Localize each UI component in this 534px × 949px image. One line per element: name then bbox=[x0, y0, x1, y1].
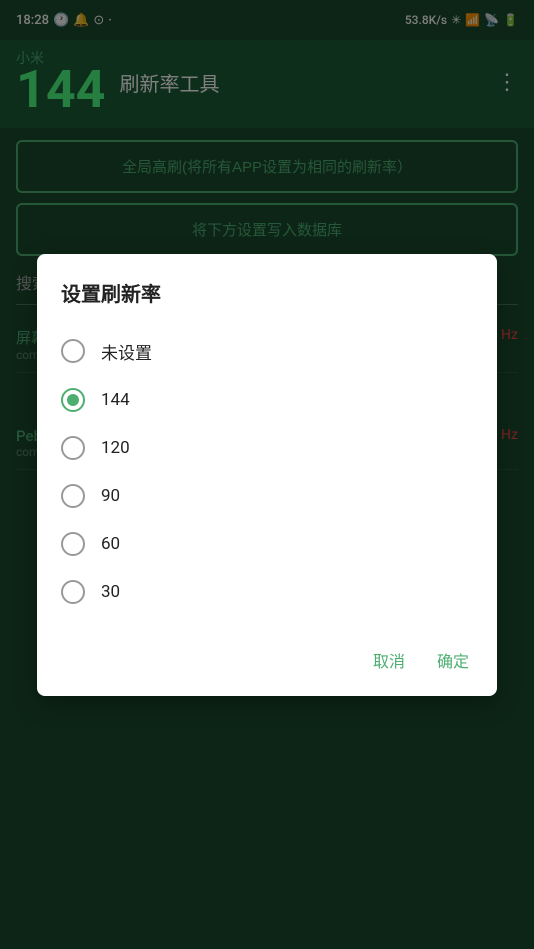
cancel-button[interactable]: 取消 bbox=[369, 640, 409, 680]
dialog: 设置刷新率 未设置 144 120 90 60 30 bbox=[37, 254, 497, 696]
radio-option-90[interactable]: 90 bbox=[61, 472, 473, 520]
radio-circle-none bbox=[61, 339, 85, 363]
radio-option-144[interactable]: 144 bbox=[61, 376, 473, 424]
dialog-title: 设置刷新率 bbox=[61, 278, 473, 307]
confirm-button[interactable]: 确定 bbox=[433, 640, 473, 680]
radio-circle-144 bbox=[61, 388, 85, 412]
radio-label-30: 30 bbox=[101, 582, 120, 602]
radio-label-144: 144 bbox=[101, 390, 130, 410]
radio-label-90: 90 bbox=[101, 486, 120, 506]
radio-label-60: 60 bbox=[101, 534, 120, 554]
radio-label-none: 未设置 bbox=[101, 339, 152, 364]
radio-circle-90 bbox=[61, 484, 85, 508]
radio-circle-120 bbox=[61, 436, 85, 460]
radio-option-30[interactable]: 30 bbox=[61, 568, 473, 616]
radio-option-60[interactable]: 60 bbox=[61, 520, 473, 568]
radio-label-120: 120 bbox=[101, 438, 130, 458]
radio-circle-30 bbox=[61, 580, 85, 604]
dialog-overlay: 设置刷新率 未设置 144 120 90 60 30 bbox=[0, 0, 534, 949]
radio-circle-60 bbox=[61, 532, 85, 556]
dialog-actions: 取消 确定 bbox=[61, 632, 473, 680]
radio-option-none[interactable]: 未设置 bbox=[61, 327, 473, 376]
radio-option-120[interactable]: 120 bbox=[61, 424, 473, 472]
